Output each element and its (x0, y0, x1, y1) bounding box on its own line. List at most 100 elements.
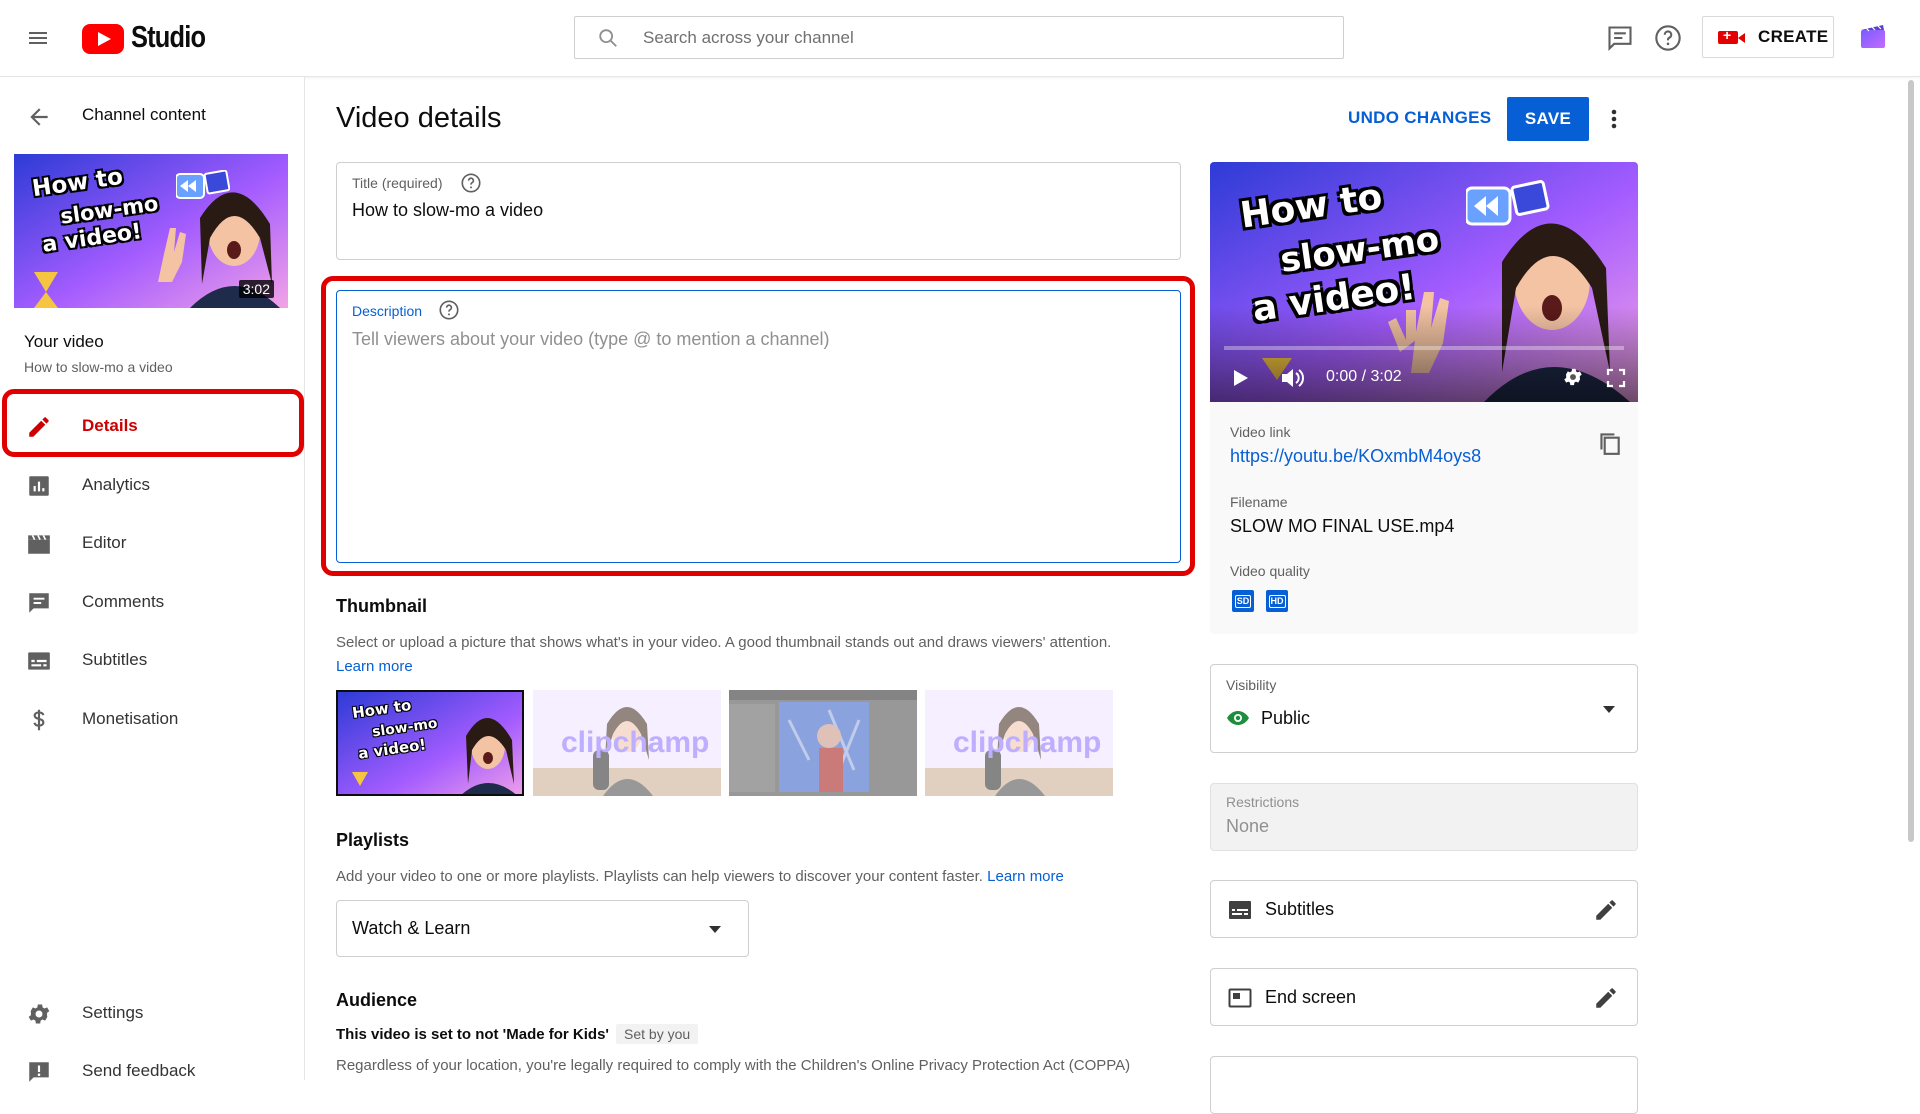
set-by-badge: Set by you (616, 1024, 699, 1044)
details-highlight-outline (2, 389, 304, 457)
player-time: 0:00 / 3:02 (1326, 368, 1402, 385)
more-options-icon[interactable] (1602, 106, 1626, 132)
playlist-select[interactable]: Watch & Learn (336, 900, 749, 957)
video-camera-icon (1718, 27, 1745, 44)
sidebar-item-monetisation[interactable]: Monetisation (0, 691, 305, 747)
volume-icon[interactable] (1280, 366, 1306, 390)
visibility-select[interactable]: Visibility Public (1210, 664, 1638, 753)
sidebar-item-label: Subtitles (82, 650, 148, 669)
hd-badge: HD (1266, 590, 1288, 612)
channel-content-link[interactable]: Channel content (82, 105, 206, 125)
search-bar[interactable] (574, 16, 1344, 59)
sidebar-item-label: Monetisation (82, 709, 179, 728)
end-screen-card-label: End screen (1265, 987, 1357, 1007)
page-scrollbar[interactable] (1908, 80, 1914, 842)
search-input[interactable] (643, 26, 1323, 50)
sidebar-item-settings[interactable]: Settings (0, 985, 305, 1041)
duration-badge: 3:02 (238, 280, 274, 298)
rewind-icon (1466, 180, 1550, 230)
sidebar: Channel content How to slow-mo a video! … (0, 77, 305, 1082)
filename-value: SLOW MO FINAL USE.mp4 (1230, 516, 1455, 536)
video-preview-card: How to slow-mo a video! 0:00 / 3:02 Vide… (1210, 162, 1638, 634)
youtube-logo-icon[interactable] (82, 24, 124, 54)
feedback-icon[interactable] (1606, 24, 1634, 52)
playlists-description-text: Add your video to one or more playlists.… (336, 868, 983, 885)
video-link-label: Video link (1230, 424, 1291, 440)
visibility-label: Visibility (1226, 677, 1277, 693)
player-settings-icon[interactable] (1562, 366, 1584, 388)
hd-badge-text: HD (1268, 594, 1286, 608)
sidebar-item-editor[interactable]: Editor (0, 515, 305, 571)
restrictions-field: Restrictions None (1210, 783, 1638, 851)
channel-avatar[interactable] (1860, 24, 1886, 50)
create-button[interactable]: CREATE (1702, 16, 1834, 58)
thumbnail-option-selected[interactable]: How to slow-mo a video! (336, 690, 524, 796)
save-button[interactable]: SAVE (1507, 97, 1589, 141)
video-thumbnail[interactable]: How to slow-mo a video! 3:02 (14, 154, 288, 308)
rewind-icon (176, 170, 230, 202)
video-player[interactable]: How to slow-mo a video! 0:00 / 3:02 (1210, 162, 1638, 402)
filename-label: Filename (1230, 494, 1288, 510)
clipchamp-watermark: clipchamp (561, 726, 710, 759)
comment-icon (26, 590, 52, 616)
thumbnail-description: Select or upload a picture that shows wh… (336, 634, 1112, 651)
thumbnail-option-4[interactable]: clipchamp (925, 690, 1113, 796)
clapperboard-icon (26, 531, 52, 557)
play-icon[interactable] (1230, 368, 1250, 388)
eye-icon (1226, 709, 1250, 727)
dropdown-arrow-icon (1601, 703, 1617, 715)
audience-coppa-text: Regardless of your location, you're lega… (336, 1057, 1131, 1074)
clipchamp-watermark: clipchamp (953, 726, 1102, 759)
back-arrow-icon[interactable] (26, 104, 52, 130)
cards-card-partial[interactable] (1210, 1056, 1638, 1114)
fullscreen-icon[interactable] (1606, 368, 1626, 388)
save-button-label: SAVE (1524, 109, 1572, 128)
sidebar-settings-label: Settings (82, 1003, 144, 1022)
sd-badge-text: SD (1234, 594, 1252, 608)
video-link[interactable]: https://youtu.be/KOxmbM4oys8 (1230, 446, 1481, 467)
audience-status: This video is set to not 'Made for Kids' (336, 1026, 609, 1043)
create-button-label: CREATE (1758, 27, 1829, 46)
playlist-selected-value: Watch & Learn (352, 918, 471, 938)
subtitles-card-label: Subtitles (1265, 899, 1335, 919)
title-field-label: Title (required) (352, 175, 443, 191)
dollar-icon (26, 707, 52, 733)
end-screen-card[interactable]: End screen (1210, 968, 1638, 1026)
copy-icon[interactable] (1596, 428, 1622, 456)
title-field[interactable]: Title (required) How to slow-mo a video (336, 162, 1181, 260)
pencil-icon[interactable] (1593, 897, 1619, 923)
playlists-learn-more-link[interactable]: Learn more (987, 868, 1064, 885)
menu-icon[interactable] (26, 26, 50, 50)
thumbnail-learn-more-link[interactable]: Learn more (336, 658, 413, 675)
thumbnail-option-2[interactable]: clipchamp (533, 690, 721, 796)
pencil-icon[interactable] (1593, 985, 1619, 1011)
restrictions-value: None (1226, 816, 1270, 836)
undo-changes-button[interactable]: UNDO CHANGES (1348, 108, 1491, 128)
feedback-flag-icon (26, 1059, 52, 1085)
studio-logo-text[interactable]: Studio (131, 19, 206, 55)
sidebar-item-feedback[interactable]: Send feedback (0, 1043, 305, 1099)
visibility-value: Public (1261, 708, 1311, 728)
dropdown-arrow-icon (707, 923, 723, 935)
thumbnail-option-3[interactable] (729, 690, 917, 796)
playlists-description: Add your video to one or more playlists.… (336, 868, 1064, 885)
thumbnail-heading: Thumbnail (336, 596, 427, 616)
sidebar-item-label: Comments (82, 592, 165, 611)
title-input-value[interactable]: How to slow-mo a video (352, 200, 543, 221)
subtitles-icon (26, 648, 52, 674)
sd-badge: SD (1232, 590, 1254, 612)
help-icon[interactable] (460, 172, 482, 194)
your-video-label: Your video (24, 332, 104, 351)
top-bar: Studio CREATE (0, 0, 1920, 77)
search-icon (597, 27, 619, 49)
video-title-text: How to slow-mo a video (24, 359, 173, 375)
help-icon[interactable] (1654, 24, 1682, 52)
sidebar-item-analytics[interactable]: Analytics (0, 457, 305, 513)
sidebar-item-label: Editor (82, 533, 127, 552)
sidebar-item-subtitles[interactable]: Subtitles (0, 632, 305, 688)
gear-icon (26, 1001, 52, 1027)
subtitles-card[interactable]: Subtitles (1210, 880, 1638, 938)
restrictions-label: Restrictions (1226, 794, 1300, 810)
analytics-icon (26, 473, 52, 499)
sidebar-item-comments[interactable]: Comments (0, 574, 305, 630)
